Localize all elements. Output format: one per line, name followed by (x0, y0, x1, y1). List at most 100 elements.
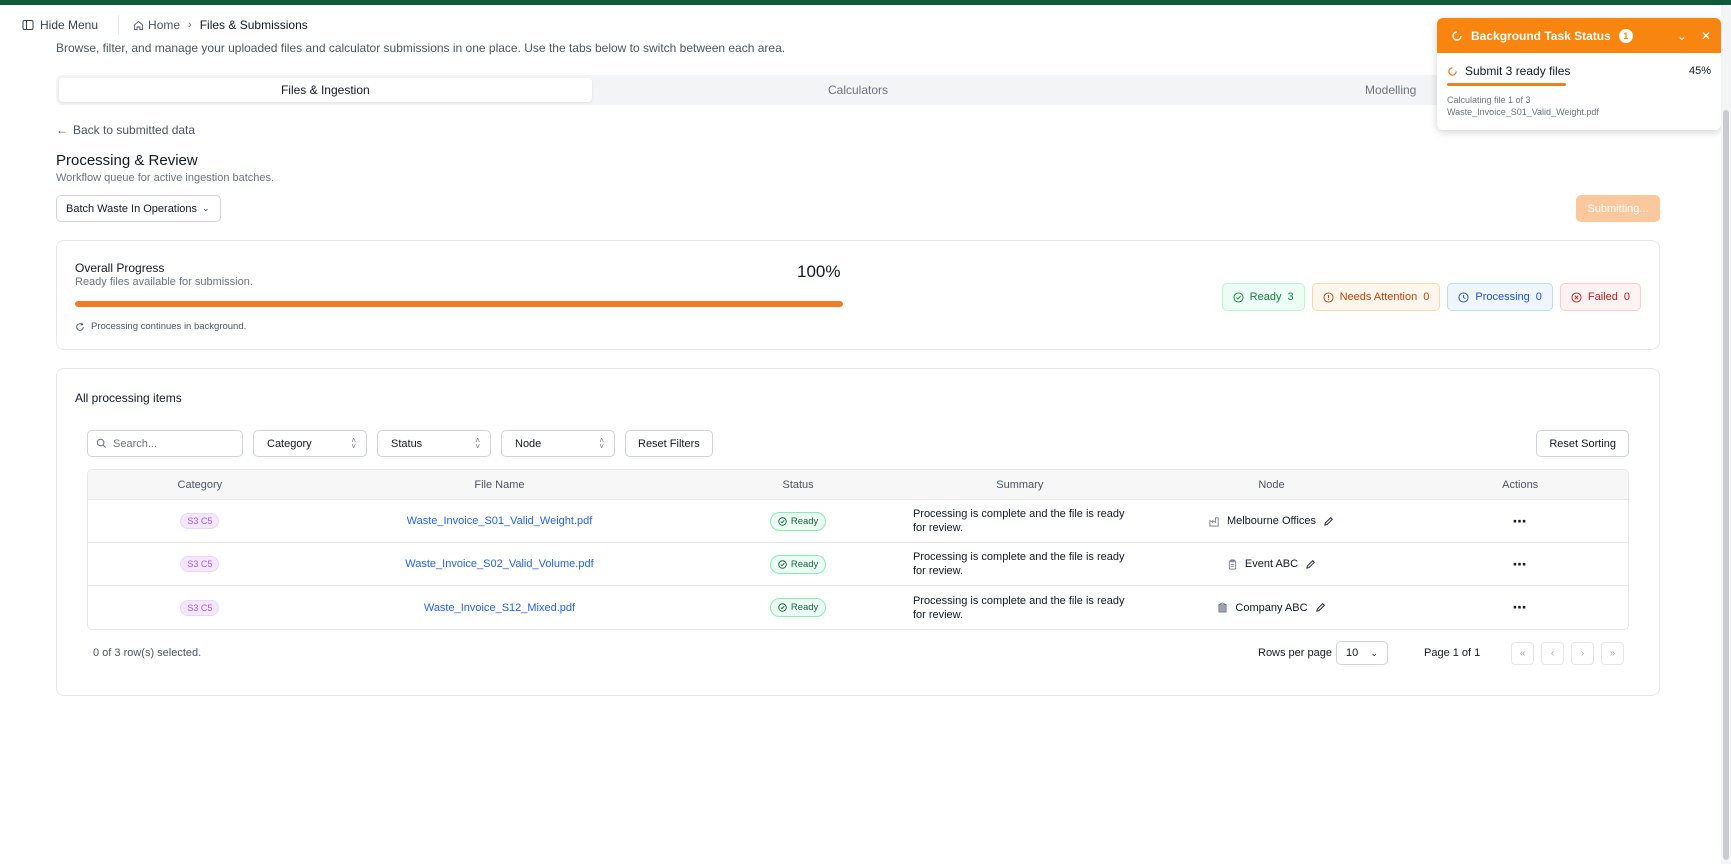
pencil-icon[interactable] (1315, 602, 1326, 613)
submit-button[interactable]: Submitting... (1576, 195, 1660, 222)
task-progress-bar (1447, 83, 1566, 86)
task-count-badge: 1 (1618, 28, 1633, 43)
x-circle-icon (1571, 291, 1582, 303)
category-tag: S3 C5 (180, 513, 220, 529)
next-page-button[interactable]: › (1571, 642, 1594, 665)
batch-select[interactable]: Batch Waste In Operations 20 ⌄ (56, 195, 221, 222)
task-name: Submit 3 ready files (1465, 64, 1571, 78)
ready-count: 3 (1287, 291, 1294, 303)
failed-label: Failed (1587, 291, 1618, 303)
column-header-node[interactable]: Node (1131, 470, 1413, 499)
row-actions-menu-icon[interactable]: ⋯ (1513, 556, 1528, 573)
status-badge-label: Ready (790, 558, 819, 570)
back-link-label: Back to submitted data (73, 123, 196, 137)
close-icon[interactable]: ✕ (1701, 29, 1711, 43)
pencil-icon[interactable] (1323, 516, 1334, 527)
table-row: S3 C5 Waste_Invoice_S12_Mixed.pdf Ready … (88, 586, 1628, 629)
status-badge: Ready (769, 554, 827, 574)
prev-page-button[interactable]: ‹ (1541, 642, 1564, 665)
column-header-summary[interactable]: Summary (909, 470, 1131, 499)
rows-per-page-select[interactable]: 10 ⌄ (1336, 641, 1388, 665)
first-page-button[interactable]: « (1511, 642, 1534, 665)
progress-note-text: Processing continues in background. (91, 321, 247, 332)
node-label: Melbourne Offices (1226, 515, 1317, 527)
chevron-up-down-icon: ˄ ˅ (475, 435, 480, 451)
breadcrumb-current: Files & Submissions (199, 18, 308, 32)
progress-bar (75, 301, 843, 307)
category-filter-label: Category (267, 437, 312, 450)
task-detail-file: Waste_Invoice_S01_Valid_Weight.pdf (1447, 107, 1599, 117)
scrollbar-thumb[interactable] (1723, 110, 1729, 860)
items-title: All processing items (75, 391, 182, 405)
failed-count: 0 (1623, 291, 1630, 303)
needs-attention-label: Needs Attention (1339, 291, 1418, 303)
table-header: Category File Name Status Summary Node A… (88, 470, 1628, 500)
node-filter[interactable]: Node ˄ ˅ (501, 430, 615, 457)
file-name-link[interactable]: Waste_Invoice_S02_Valid_Volume.pdf (405, 558, 593, 570)
failed-count-badge[interactable]: Failed 0 (1559, 283, 1641, 311)
progress-note: Processing continues in background. (75, 321, 246, 332)
check-circle-icon (778, 603, 787, 612)
page-info: Page 1 of 1 (1424, 647, 1481, 659)
processing-items-card: All processing items Category ˄˅ Status … (56, 368, 1660, 696)
table-row: S3 C5 Waste_Invoice_S02_Valid_Volume.pdf… (88, 543, 1628, 586)
overall-progress-card: Overall Progress Ready files available f… (56, 240, 1660, 350)
processing-label: Processing (1475, 291, 1530, 303)
ready-count-badge[interactable]: Ready 3 (1221, 283, 1305, 311)
last-page-button[interactable]: » (1601, 642, 1624, 665)
summary-text: Processing is complete and the file is r… (912, 508, 1125, 534)
breadcrumb-home[interactable]: Home (133, 18, 180, 32)
check-circle-icon (1233, 291, 1244, 303)
row-actions-menu-icon[interactable]: ⋯ (1513, 599, 1528, 616)
chevrons-right-icon: » (1609, 648, 1616, 659)
status-badge-label: Ready (790, 602, 819, 613)
column-header-file-name[interactable]: File Name (312, 470, 688, 499)
file-name-link[interactable]: Waste_Invoice_S12_Mixed.pdf (424, 602, 575, 614)
tab-calculators[interactable]: Calculators (592, 78, 1125, 102)
filter-bar: Category ˄˅ Status ˄˅ Node ˄˅ Reset Filt… (87, 430, 713, 457)
chevron-left-icon: ‹ (1550, 648, 1555, 659)
task-panel-title: Background Task Status (1471, 28, 1611, 43)
reset-filters-button[interactable]: Reset Filters (625, 430, 713, 457)
ready-label: Ready (1249, 291, 1282, 303)
page-scrollbar[interactable] (1721, 5, 1731, 864)
hide-menu-button[interactable]: Hide Menu (22, 18, 98, 32)
search-box (87, 430, 243, 457)
factory-icon (1209, 516, 1219, 526)
category-filter[interactable]: Category ˄ ˅ (253, 430, 367, 457)
processing-count: 0 (1535, 291, 1542, 303)
clock-icon (1458, 291, 1469, 303)
summary-text: Processing is complete and the file is r… (912, 551, 1125, 577)
row-actions-menu-icon[interactable]: ⋯ (1513, 513, 1528, 530)
chevron-right-icon: › (188, 19, 192, 31)
chevron-down-icon: ⌄ (1370, 647, 1378, 658)
progress-title: Overall Progress (75, 261, 165, 275)
category-tag: S3 C5 (180, 556, 220, 572)
back-link[interactable]: ← Back to submitted data (56, 123, 195, 137)
needs-attention-count-badge[interactable]: Needs Attention 0 (1311, 283, 1441, 311)
chevron-up-down-icon: ˄ ˅ (351, 435, 356, 451)
search-icon (96, 438, 106, 448)
pencil-icon[interactable] (1305, 559, 1316, 570)
column-header-category[interactable]: Category (88, 470, 312, 499)
home-icon (133, 20, 144, 30)
background-task-panel: Background Task Status 1 ⌄ ✕ Submit 3 re… (1437, 18, 1721, 130)
progress-subtitle: Ready files available for submission. (75, 276, 253, 288)
spinner-icon (1452, 30, 1462, 41)
refresh-icon (76, 322, 84, 331)
status-filter[interactable]: Status ˄ ˅ (377, 430, 491, 457)
status-filter-label: Status (391, 437, 423, 450)
file-name-link[interactable]: Waste_Invoice_S01_Valid_Weight.pdf (407, 515, 593, 527)
processing-count-badge[interactable]: Processing 0 (1447, 283, 1553, 311)
search-input[interactable] (113, 437, 233, 450)
collapse-chevron-icon[interactable]: ⌄ (1677, 29, 1687, 43)
task-detail: Calculating file 1 of 3 Waste_Invoice_S0… (1447, 94, 1711, 118)
column-header-status[interactable]: Status (687, 470, 909, 499)
reset-sorting-button[interactable]: Reset Sorting (1536, 430, 1629, 457)
progress-percent: 100% (797, 262, 841, 281)
page-subtitle: Workflow queue for active ingestion batc… (56, 172, 275, 184)
intro-text: Browse, filter, and manage your uploaded… (56, 41, 786, 55)
tab-files-ingestion[interactable]: Files & Ingestion (59, 78, 592, 102)
topbar-divider (118, 15, 120, 35)
node-label: Event ABC (1244, 558, 1299, 570)
